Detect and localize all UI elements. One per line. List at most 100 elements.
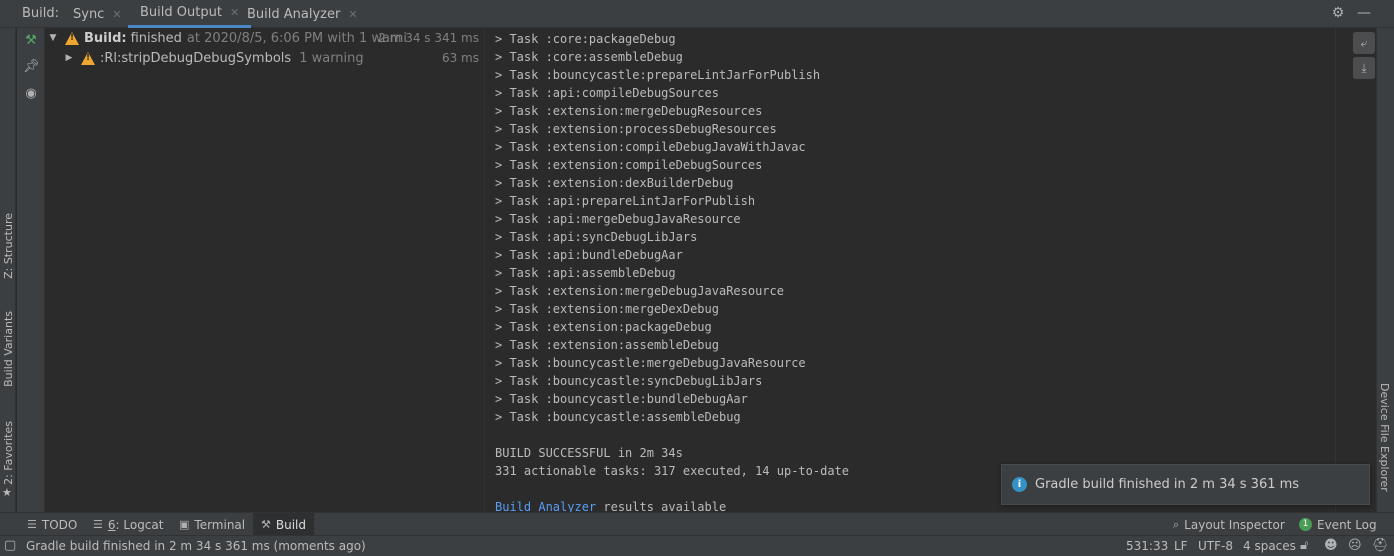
tab-build-output-label: Build Output xyxy=(140,5,222,20)
console-line: > Task :api:assembleDebug xyxy=(495,266,676,280)
build-tab-bar: Build: Sync ✕ Build Output ✕ Build Analy… xyxy=(0,0,1394,28)
eye-icon[interactable]: ◉ xyxy=(23,86,39,102)
console-line: > Task :core:assembleDebug xyxy=(495,50,683,64)
build-notification[interactable]: i Gradle build finished in 2 m 34 s 361 … xyxy=(1001,464,1370,505)
collapsed-arrow-icon[interactable]: ▶ xyxy=(64,53,74,63)
console-line: > Task :core:packageDebug xyxy=(495,32,676,46)
right-tool-strip: Device File Explorer xyxy=(1376,28,1394,512)
lock-icon[interactable]: 🔓︎ xyxy=(1300,538,1308,553)
hammer-icon[interactable]: ⚒ xyxy=(23,33,39,49)
console-line: > Task :extension:compileDebugJavaWithJa… xyxy=(495,140,806,154)
tree-child-row[interactable]: ▶ :Rl:stripDebugDebugSymbols 1 warning 6… xyxy=(46,48,485,68)
build-tab[interactable]: ⚒ Build xyxy=(253,513,314,536)
task-warning-count: 1 warning xyxy=(299,50,364,66)
caret-position[interactable]: 531:33 xyxy=(1126,539,1168,553)
console-line: > Task :api:compileDebugSources xyxy=(495,86,719,100)
close-icon[interactable]: ✕ xyxy=(348,8,357,21)
favorites-tab[interactable]: 2: Favorites xyxy=(0,421,16,485)
task-name: :Rl:stripDebugDebugSymbols xyxy=(100,50,292,66)
favorites-tab-label: 2: Favorites xyxy=(1,421,15,485)
sad-face-icon[interactable]: ☹ xyxy=(1348,538,1362,553)
info-icon: i xyxy=(1012,477,1027,492)
warning-icon xyxy=(65,31,79,45)
minimize-icon[interactable]: — xyxy=(1356,5,1372,21)
build-variants-tab-label: Build Variants xyxy=(1,311,15,387)
hammer-icon: ⚒ xyxy=(261,518,271,531)
terminal-icon: ▣ xyxy=(179,518,190,531)
gear-icon[interactable]: ⚙ xyxy=(1330,5,1346,21)
expanded-arrow-icon[interactable]: ▼ xyxy=(48,33,58,43)
structure-tab[interactable]: Z: Structure xyxy=(0,213,16,279)
tab-sync-label: Sync xyxy=(73,6,105,22)
logcat-tab-number: 6 xyxy=(107,517,116,532)
todo-tab[interactable]: ☰ TODO xyxy=(27,513,77,536)
indent-setting[interactable]: 4 spaces xyxy=(1243,539,1296,553)
event-log-tab[interactable]: 1 Event Log xyxy=(1299,513,1377,536)
build-success-line: BUILD SUCCESSFUL in 2m 34s xyxy=(495,446,683,460)
scroll-to-end-icon[interactable]: ⤓ xyxy=(1353,57,1375,79)
console-line: > Task :bouncycastle:assembleDebug xyxy=(495,410,741,424)
left-tool-strip: Z: Structure Build Variants 2: Favorites… xyxy=(0,28,16,512)
console-line: > Task :extension:mergeDebugResources xyxy=(495,104,763,118)
logcat-tab[interactable]: ☰ 6: Logcat xyxy=(93,513,163,536)
console-line: > Task :extension:mergeDebugJavaResource xyxy=(495,284,784,298)
event-count-badge: 1 xyxy=(1299,518,1312,531)
build-console[interactable]: > Task :core:packageDebug > Task :core:as… xyxy=(486,28,1334,512)
list-icon: ☰ xyxy=(27,518,37,531)
warning-icon xyxy=(81,51,95,65)
console-line: > Task :bouncycastle:prepareLintJarForPu… xyxy=(495,68,821,82)
build-root-detail: at 2020/8/5, 6:06 PM with 1 warni xyxy=(186,30,407,46)
pin-icon[interactable]: 📌︎ xyxy=(23,59,40,75)
console-line: > Task :bouncycastle:bundleDebugAar xyxy=(495,392,748,406)
event-log-label: Event Log xyxy=(1317,517,1377,532)
close-icon[interactable]: ✕ xyxy=(112,8,121,21)
console-gutter: ⤶ ⤓ xyxy=(1335,28,1375,512)
build-root-status: finished xyxy=(130,30,182,46)
console-lines: > Task :core:packageDebug > Task :core:as… xyxy=(495,30,1334,426)
console-line: > Task :api:prepareLintJarForPublish xyxy=(495,194,756,208)
status-message[interactable]: Gradle build finished in 2 m 34 s 361 ms… xyxy=(26,539,366,553)
tab-sync[interactable]: Sync ✕ xyxy=(73,0,122,28)
console-line: > Task :extension:assembleDebug xyxy=(495,338,719,352)
console-line: > Task :extension:packageDebug xyxy=(495,320,712,334)
build-root-time: 2 m 34 s 341 ms xyxy=(378,31,479,45)
console-line: > Task :extension:dexBuilderDebug xyxy=(495,176,734,190)
console-line: > Task :extension:processDebugResources xyxy=(495,122,777,136)
notification-text: Gradle build finished in 2 m 34 s 361 ms xyxy=(1035,477,1300,492)
console-line: > Task :api:bundleDebugAar xyxy=(495,248,683,262)
panel-toggle-icon[interactable]: ▢ xyxy=(4,538,16,553)
terminal-tab[interactable]: ▣ Terminal xyxy=(179,513,245,536)
console-line: > Task :extension:mergeDexDebug xyxy=(495,302,719,316)
build-analyzer-link[interactable]: Build Analyzer xyxy=(495,500,596,512)
soft-wrap-icon[interactable]: ⤶ xyxy=(1353,32,1375,54)
build-tree: ▼ Build: finished at 2020/8/5, 6:06 PM w… xyxy=(46,28,485,512)
build-root-bold: Build: xyxy=(84,30,127,46)
tree-root-row[interactable]: ▼ Build: finished at 2020/8/5, 6:06 PM w… xyxy=(46,28,485,48)
logcat-tab-label: : Logcat xyxy=(115,517,164,532)
line-separator[interactable]: LF xyxy=(1174,539,1188,553)
terminal-tab-label: Terminal xyxy=(194,517,246,532)
todo-tab-label: TODO xyxy=(41,517,78,532)
star-icon: ★ xyxy=(2,486,12,499)
close-icon[interactable]: ✕ xyxy=(230,6,239,19)
build-label: Build: xyxy=(22,6,60,21)
tab-build-output[interactable]: Build Output ✕ xyxy=(128,0,252,28)
task-time: 63 ms xyxy=(441,51,479,65)
console-line: > Task :bouncycastle:mergeDebugJavaResou… xyxy=(495,356,806,370)
analyzer-rest: results available xyxy=(596,500,727,512)
file-encoding[interactable]: UTF-8 xyxy=(1198,539,1233,553)
layout-inspector-tab[interactable]: ⌕ Layout Inspector xyxy=(1173,513,1285,536)
smiley-icon[interactable]: ☻ xyxy=(1324,538,1338,553)
device-file-explorer-tab[interactable]: Device File Explorer xyxy=(1378,383,1391,492)
layout-inspector-label: Layout Inspector xyxy=(1184,517,1285,532)
console-line: > Task :extension:compileDebugSources xyxy=(495,158,763,172)
inspector-icon[interactable]: ⛑ xyxy=(1372,538,1389,553)
console-blank xyxy=(495,426,1334,444)
build-tab-label: Build xyxy=(275,517,306,532)
tab-build-analyzer-label: Build Analyzer xyxy=(247,6,341,22)
tab-build-analyzer[interactable]: Build Analyzer ✕ xyxy=(247,0,358,28)
build-variants-tab[interactable]: Build Variants xyxy=(0,311,16,387)
console-line: > Task :api:syncDebugLibJars xyxy=(495,230,698,244)
status-bar: ▢ Gradle build finished in 2 m 34 s 361 … xyxy=(0,535,1394,556)
logcat-icon: ☰ xyxy=(93,518,103,531)
